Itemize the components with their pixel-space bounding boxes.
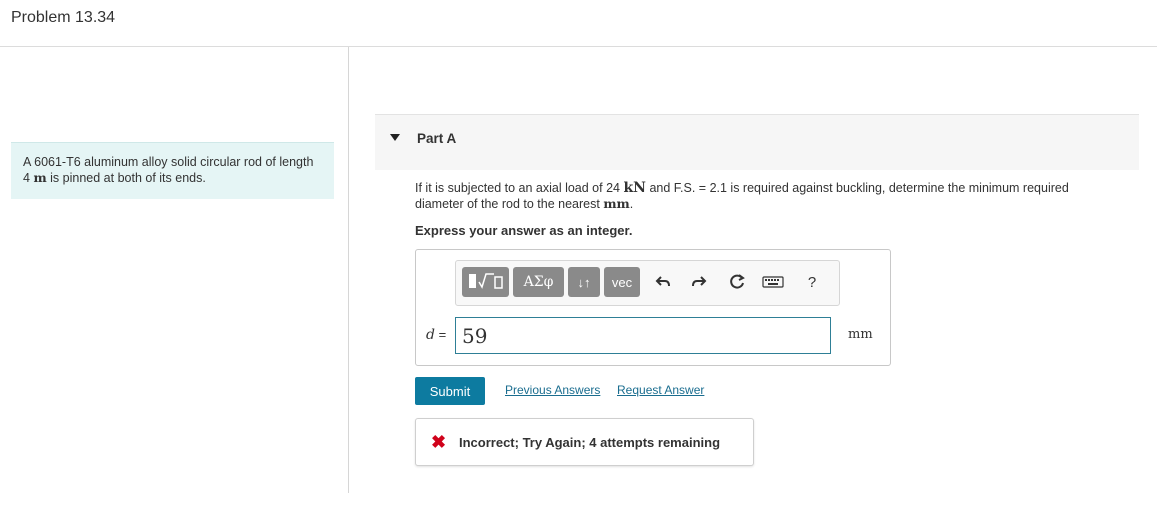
part-a-header[interactable]: Part A [375,114,1139,170]
question-text-3: . [629,197,634,211]
help-icon[interactable]: ? [799,269,825,295]
previous-answers-link[interactable]: Previous Answers [505,383,600,397]
answer-instruction: Express your answer as an integer. [415,223,633,238]
submit-button[interactable]: Submit [415,377,485,405]
feedback-box: ✖ Incorrect; Try Again; 4 attempts remai… [415,418,754,466]
length-unit: m [33,170,47,185]
question-text: If it is subjected to an axial load of 2… [415,180,1115,212]
diameter-unit: mm [603,196,630,211]
reset-icon[interactable] [724,269,750,295]
answer-input[interactable] [455,317,831,354]
request-answer-link[interactable]: Request Answer [617,383,704,397]
incorrect-x-icon: ✖ [431,432,447,452]
equals-sign: = [438,327,447,342]
question-text-1: If it is subjected to an axial load of 2… [415,181,620,195]
header-divider [0,46,1157,47]
answer-variable-label: d = [426,327,446,343]
problem-text-2: is pinned at both of its ends. [50,171,206,185]
vector-button[interactable]: vec [604,267,640,297]
templates-button[interactable] [462,267,509,297]
answer-unit: mm [848,327,873,342]
part-label: Part A [417,131,457,146]
template-box-icon [467,271,505,294]
collapse-caret-icon[interactable] [390,134,400,141]
column-divider [348,47,349,493]
page-title: Problem 13.34 [11,9,116,26]
problem-statement: A 6061-T6 aluminum alloy solid circular … [11,142,334,199]
keyboard-icon[interactable] [760,269,786,295]
undo-icon[interactable] [650,269,676,295]
load-unit: kN [623,180,646,196]
redo-icon[interactable] [686,269,712,295]
greek-symbols-button[interactable]: ΑΣφ [513,267,564,297]
variable-symbol: d [426,327,435,343]
subscript-superscript-button[interactable]: ↓↑ [568,267,600,297]
math-toolbar: ΑΣφ ↓↑ vec ? [455,260,840,306]
feedback-text: Incorrect; Try Again; 4 attempts remaini… [459,435,721,450]
